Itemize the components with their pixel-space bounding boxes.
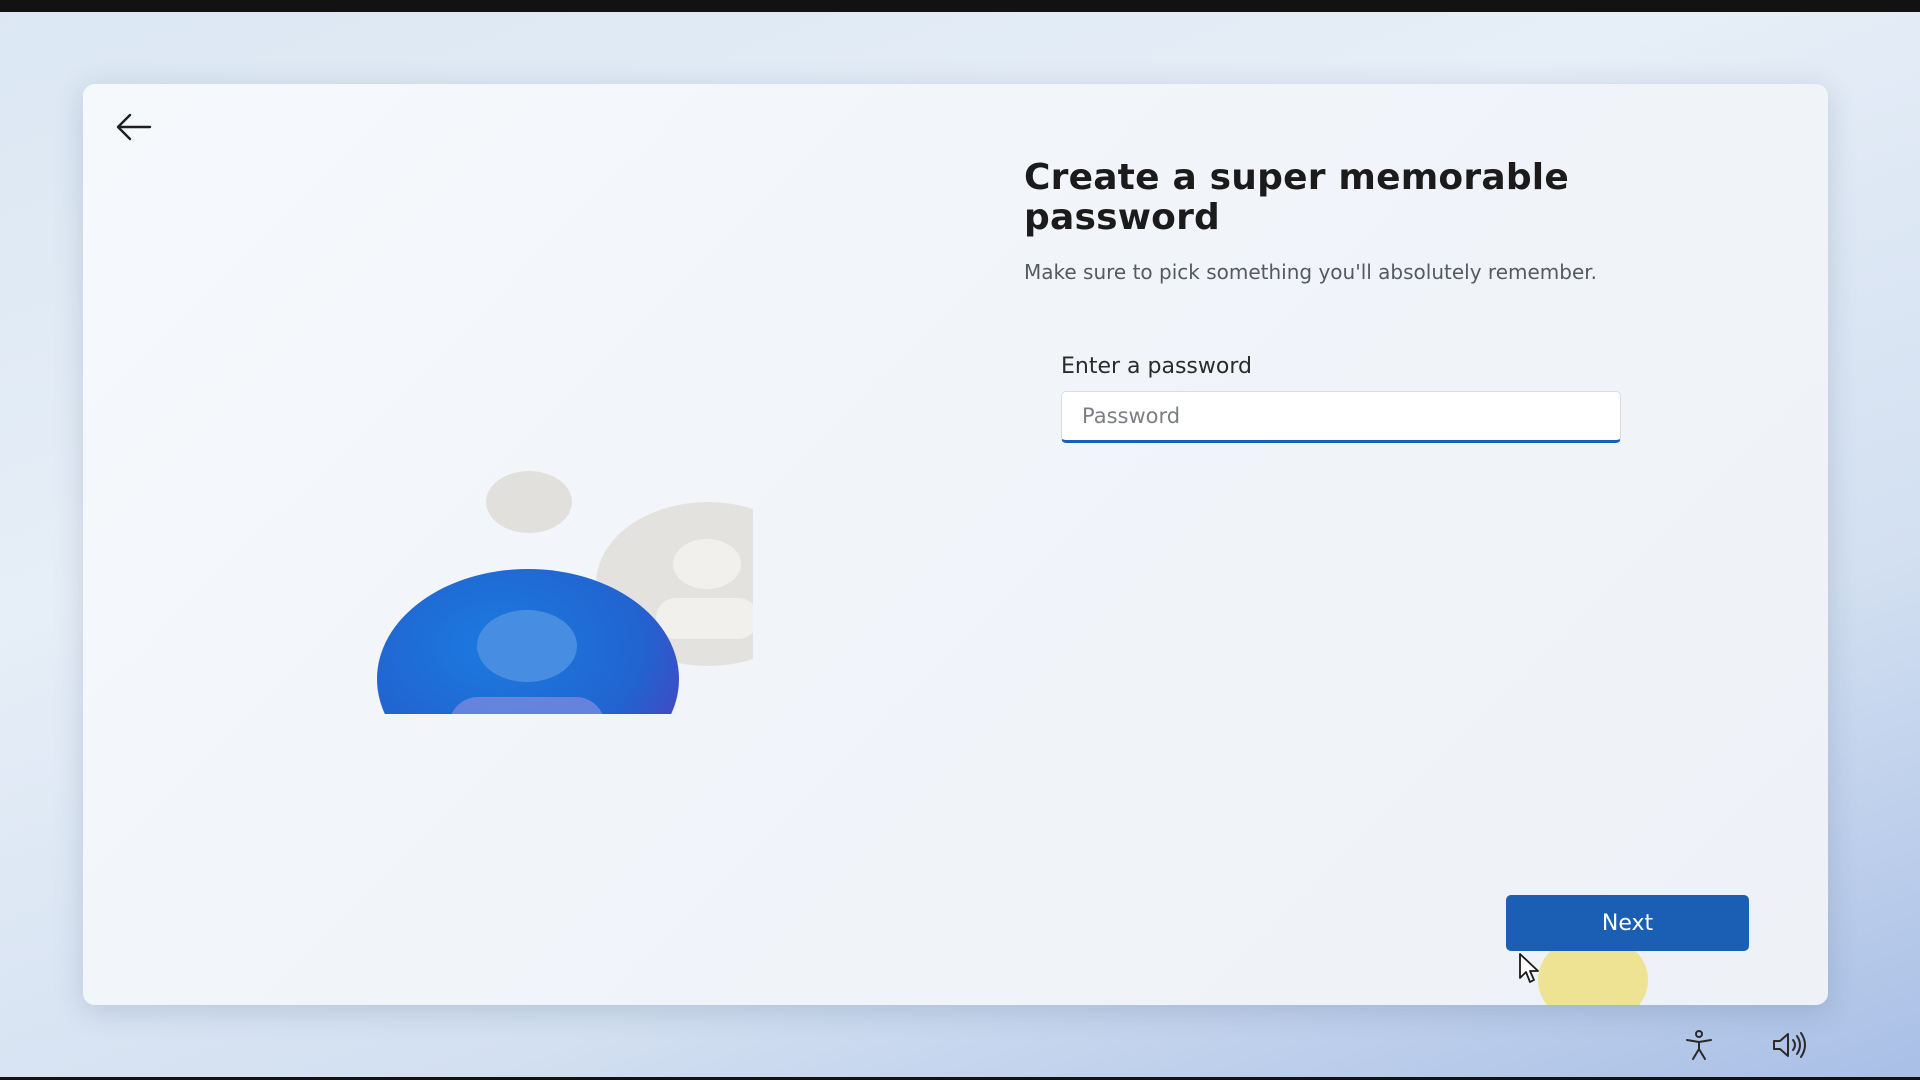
- volume-button[interactable]: [1767, 1028, 1813, 1062]
- back-button[interactable]: [109, 104, 159, 150]
- user-accounts-illustration: [377, 471, 753, 714]
- password-input[interactable]: [1061, 391, 1621, 443]
- next-button-label: Next: [1601, 910, 1654, 936]
- page-title: Create a super memorable password: [1024, 157, 1569, 238]
- blue-avatar-head: [477, 610, 577, 682]
- page-subtitle: Make sure to pick something you'll absol…: [1024, 260, 1598, 284]
- setup-dialog: Create a super memorable password Make s…: [83, 84, 1828, 1005]
- volume-icon: [1773, 1032, 1806, 1058]
- grey-avatar-head: [673, 539, 741, 589]
- password-label: Enter a password: [1061, 354, 1252, 379]
- blue-avatar-body: [451, 697, 603, 714]
- small-dot-shape: [486, 471, 572, 533]
- screen-top-bar: [0, 0, 1920, 12]
- accessibility-icon: [1686, 1030, 1712, 1060]
- accessibility-button[interactable]: [1679, 1028, 1719, 1062]
- arrow-left-icon: [116, 113, 152, 141]
- next-button[interactable]: Next: [1506, 895, 1749, 951]
- grey-avatar-body: [656, 598, 753, 639]
- mouse-cursor-icon: [1519, 953, 1539, 983]
